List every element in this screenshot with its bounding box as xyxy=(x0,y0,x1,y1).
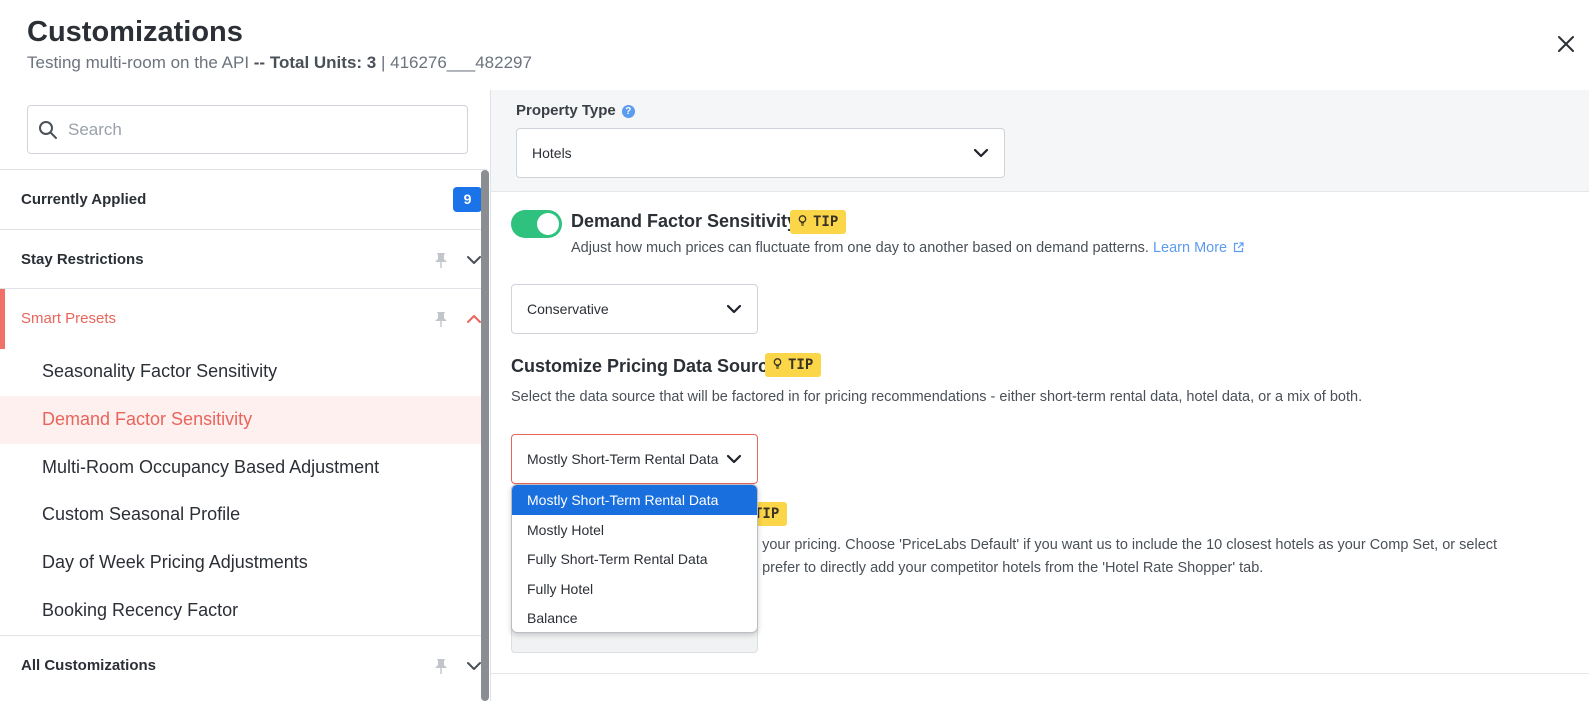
section-label: Stay Restrictions xyxy=(21,251,144,268)
demand-factor-select[interactable]: Conservative xyxy=(511,284,758,334)
preset-item-label: Multi-Room Occupancy Based Adjustment xyxy=(42,457,380,477)
preset-item-label: Day of Week Pricing Adjustments xyxy=(42,552,308,572)
pricing-source-description: Select the data source that will be fact… xyxy=(511,389,1363,405)
close-icon[interactable] xyxy=(1556,34,1576,54)
learn-more-link[interactable]: Learn More xyxy=(1153,240,1227,256)
select-value: Conservative xyxy=(527,301,609,317)
dropdown-option[interactable]: Fully Short-Term Rental Data xyxy=(512,544,757,574)
external-link-icon[interactable] xyxy=(1233,242,1244,253)
preset-item-label: Seasonality Factor Sensitivity xyxy=(42,361,278,381)
modal-header: Customizations Testing multi-room on the… xyxy=(0,0,1589,90)
customizations-sidebar: Currently Applied 9 Stay Restrictions Sm… xyxy=(0,90,491,701)
property-type-section: Property Type? Hotels xyxy=(491,90,1589,192)
section-label: Currently Applied xyxy=(21,191,147,208)
applied-count-badge: 9 xyxy=(453,187,482,212)
lightbulb-icon xyxy=(798,215,807,226)
preset-item-custom-seasonal[interactable]: Custom Seasonal Profile xyxy=(0,491,483,539)
property-type-select[interactable]: Hotels xyxy=(516,128,1005,178)
chevron-down-icon xyxy=(973,148,989,158)
divider xyxy=(491,673,1589,674)
preset-item-label: Custom Seasonal Profile xyxy=(42,504,241,524)
demand-factor-toggle[interactable] xyxy=(511,210,562,238)
preset-item-demand-factor[interactable]: Demand Factor Sensitivity xyxy=(0,396,483,444)
search-icon xyxy=(39,121,57,139)
tip-label: TIP xyxy=(813,214,839,230)
preset-item-multi-room[interactable]: Multi-Room Occupancy Based Adjustment xyxy=(0,444,483,492)
description-text: Adjust how much prices can fluctuate fro… xyxy=(571,240,1149,256)
lightbulb-icon xyxy=(773,358,782,369)
help-icon[interactable]: ? xyxy=(621,105,635,118)
tip-label: TIP xyxy=(788,357,814,373)
section-all-customizations[interactable]: All Customizations xyxy=(0,635,487,701)
select-value: Hotels xyxy=(532,145,572,161)
listing-name: Testing multi-room on the API xyxy=(27,53,250,72)
section-stay-restrictions[interactable]: Stay Restrictions xyxy=(0,229,487,289)
preset-item-day-of-week[interactable]: Day of Week Pricing Adjustments xyxy=(0,539,483,587)
select-value: Mostly Short-Term Rental Data xyxy=(527,451,719,467)
dropdown-option[interactable]: Mostly Short-Term Rental Data xyxy=(512,485,757,515)
pin-icon[interactable] xyxy=(434,311,448,327)
pricing-source-title: Customize Pricing Data Source xyxy=(511,356,779,376)
comp-set-description-line1: e your pricing. Choose 'PriceLabs Defaul… xyxy=(750,537,1498,553)
sidebar-scrollbar[interactable] xyxy=(481,170,489,701)
option-label: Fully Hotel xyxy=(527,580,594,597)
section-label: All Customizations xyxy=(21,657,157,674)
subtitle-separator: -- xyxy=(249,53,270,72)
search-input[interactable] xyxy=(68,106,458,153)
option-label: Balance xyxy=(527,610,578,626)
preset-item-seasonality[interactable]: Seasonality Factor Sensitivity xyxy=(0,348,483,396)
dropdown-option[interactable]: Balance xyxy=(512,603,757,632)
property-type-label-text: Property Type xyxy=(516,102,616,119)
section-smart-presets[interactable]: Smart Presets xyxy=(0,288,487,349)
chevron-down-icon xyxy=(726,304,742,314)
preset-item-booking-recency[interactable]: Booking Recency Factor xyxy=(0,587,483,635)
pin-icon[interactable] xyxy=(434,252,448,268)
total-units: Total Units: 3 xyxy=(269,53,377,72)
chevron-down-icon[interactable] xyxy=(466,255,482,265)
option-label: Fully Short-Term Rental Data xyxy=(527,551,708,567)
pricing-source-dropdown-menu: Mostly Short-Term Rental Data Mostly Hot… xyxy=(511,484,758,633)
pin-icon[interactable] xyxy=(434,658,448,674)
section-currently-applied[interactable]: Currently Applied 9 xyxy=(0,169,487,229)
pricing-source-select[interactable]: Mostly Short-Term Rental Data xyxy=(511,434,758,484)
chevron-down-icon xyxy=(726,454,742,464)
demand-factor-title: Demand Factor Sensitivity xyxy=(571,211,798,231)
dropdown-option[interactable]: Fully Hotel xyxy=(512,574,757,604)
modal-title: Customizations xyxy=(27,16,243,48)
option-label: Mostly Hotel xyxy=(527,521,605,538)
preset-item-label: Booking Recency Factor xyxy=(42,600,239,620)
listing-id: | 416276___482297 xyxy=(376,53,532,72)
preset-item-label: Demand Factor Sensitivity xyxy=(42,409,253,429)
dropdown-option[interactable]: Mostly Hotel xyxy=(512,515,757,545)
chevron-down-icon[interactable] xyxy=(466,661,482,671)
chevron-up-icon[interactable] xyxy=(466,314,482,324)
tip-badge[interactable]: TIP xyxy=(790,210,847,234)
section-label: Smart Presets xyxy=(21,310,117,327)
comp-set-description-line2: u prefer to directly add your competitor… xyxy=(750,560,1264,576)
property-type-label: Property Type? xyxy=(516,102,635,119)
search-box xyxy=(27,105,468,154)
active-indicator xyxy=(0,289,5,349)
modal-subtitle: Testing multi-room on the API -- Total U… xyxy=(27,53,532,73)
tip-badge[interactable]: TIP xyxy=(765,353,822,377)
demand-factor-description: Adjust how much prices can fluctuate fro… xyxy=(571,240,1244,256)
toggle-knob xyxy=(537,213,559,235)
option-label: Mostly Short-Term Rental Data xyxy=(527,492,719,508)
